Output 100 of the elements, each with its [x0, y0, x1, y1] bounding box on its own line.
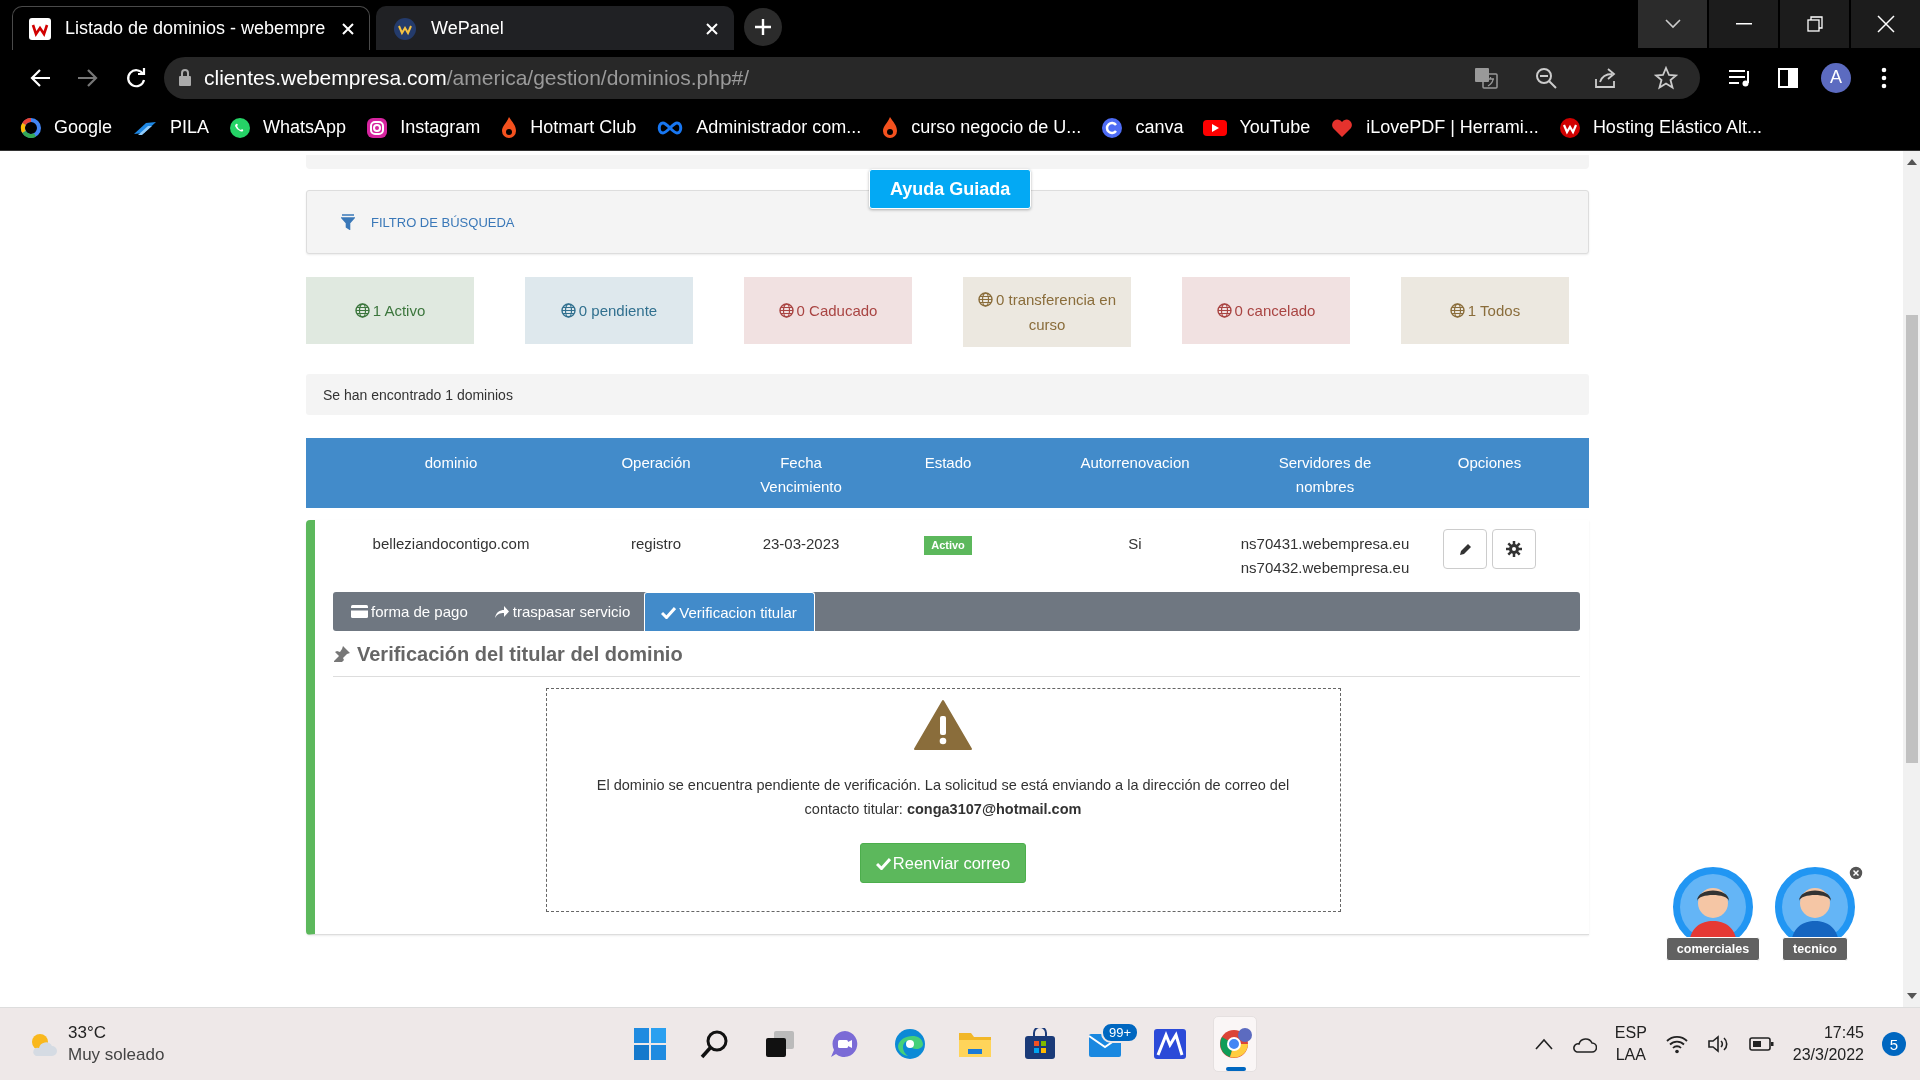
notice-text: El dominio se encuentra pendiente de verificación. La solicitud se está enviando a la dirección de correo del contacto titular: conga3107@hotmail.com	[595, 776, 1291, 819]
restore-button[interactable]	[1780, 0, 1849, 48]
chrome-icon	[1218, 1027, 1252, 1061]
notification-badge[interactable]: 5	[1882, 1032, 1906, 1056]
language-indicator[interactable]: ESP LAA	[1614, 1022, 1647, 1066]
lock-icon	[178, 68, 192, 87]
status-card[interactable]: 0 Caducado	[744, 277, 912, 344]
scroll-up-icon	[1906, 159, 1917, 165]
new-tab-button[interactable]	[744, 8, 782, 46]
close-icon	[341, 21, 355, 36]
bookmark[interactable]: Hotmart Club	[500, 115, 637, 140]
status-card[interactable]: 0 pendiente	[525, 277, 693, 344]
globe-icon	[1216, 303, 1232, 318]
address-bar[interactable]: clientes.webempresa.com/america/gestion/dominios.php#/	[164, 56, 1700, 99]
check-icon	[661, 605, 677, 619]
translate-icon	[1474, 66, 1498, 89]
nameserver-text: ns70432.webempresa.eu	[1240, 558, 1410, 578]
globe-icon	[354, 303, 370, 318]
restore-icon	[1806, 16, 1823, 32]
plus-icon	[754, 18, 772, 36]
settings-button[interactable]	[1492, 529, 1536, 569]
status-badge: Activo	[924, 536, 972, 555]
battery-icon	[1748, 1036, 1775, 1052]
detail-tab[interactable]: forma de pago	[339, 592, 482, 631]
logo-icon	[29, 17, 51, 40]
bookmark[interactable]: YouTube	[1203, 117, 1311, 138]
chat-widget[interactable]: tecnico	[1770, 863, 1860, 969]
scroll-down-icon	[1906, 993, 1917, 999]
status-card[interactable]: 1 Activo	[306, 277, 474, 344]
status-label: 0 pendiente	[560, 298, 658, 323]
close-icon	[705, 21, 719, 36]
logo-icon	[393, 16, 417, 41]
instagram-icon	[366, 116, 389, 139]
filter-label: FILTRO DE BÚSQUEDA	[371, 214, 515, 230]
warning-icon	[914, 699, 972, 751]
detail-tab[interactable]: traspasar servicio	[481, 592, 645, 631]
card-icon	[351, 605, 368, 618]
globe-icon	[977, 292, 993, 307]
bookmark[interactable]: iLovePDF | Herrami...	[1330, 116, 1539, 139]
results-count-text: Se han encontrado 1 dominios	[323, 386, 513, 403]
status-label: 0 transferencia en curso	[975, 287, 1119, 337]
scrollbar[interactable]	[1903, 151, 1920, 1007]
bookmark[interactable]: Hosting Elástico Alt...	[1558, 116, 1762, 139]
profile-avatar[interactable]: A	[1821, 62, 1851, 93]
logo-icon	[1558, 116, 1581, 139]
flame-icon	[500, 115, 519, 140]
bookmark[interactable]: PILA	[132, 116, 210, 139]
temperature-text: 33°C	[68, 1022, 107, 1044]
nameserver-text: ns70431.webempresa.eu	[1240, 534, 1410, 554]
gear-icon	[1506, 541, 1522, 557]
side-panel-icon	[1778, 67, 1798, 88]
column-header: Operación	[621, 453, 691, 473]
table-cell-text: 23-03-2023	[761, 534, 841, 554]
edit-button[interactable]	[1443, 529, 1487, 569]
browser-tab[interactable]: Listado de dominios - webempre	[12, 6, 370, 50]
table-cell-text: belleziandocontigo.com	[371, 534, 531, 554]
star-icon	[1654, 65, 1678, 90]
minimize-icon	[1735, 23, 1752, 25]
clock[interactable]: 17:45 23/3/2022	[1792, 1022, 1864, 1066]
status-label: 1 Activo	[354, 298, 426, 323]
bookmark[interactable]: curso negocio de U...	[881, 115, 1082, 140]
flame-icon	[881, 115, 900, 140]
bookmark[interactable]: Administrador com...	[656, 117, 862, 138]
status-label: 0 cancelado	[1216, 298, 1316, 323]
close-icon	[1876, 15, 1895, 33]
google-icon	[20, 116, 42, 139]
menu-icon	[1881, 66, 1887, 89]
weather-text: Muy soleado	[68, 1044, 165, 1066]
column-header: Autorrenovacion	[1080, 453, 1190, 473]
bookmark[interactable]: canva	[1101, 116, 1184, 139]
browser-tab[interactable]: WePanel	[376, 6, 734, 50]
column-header: Estado	[924, 453, 972, 473]
bookmark[interactable]: WhatsApp	[229, 116, 347, 139]
status-label: 1 Todos	[1449, 298, 1521, 323]
bookmark[interactable]: Instagram	[366, 116, 481, 139]
chat-widget[interactable]: comerciales	[1668, 863, 1758, 969]
share-icon	[1594, 66, 1618, 89]
close-button[interactable]	[1851, 0, 1920, 48]
status-card[interactable]: 0 cancelado	[1182, 277, 1350, 344]
close-icon	[1848, 865, 1864, 881]
pencil-icon	[1457, 541, 1473, 557]
forward-icon	[77, 67, 99, 88]
detail-tab[interactable]: Verificacion titular	[644, 592, 815, 631]
status-card[interactable]: 1 Todos	[1401, 277, 1569, 344]
column-header: dominio	[424, 453, 478, 473]
chevron-down-icon	[1663, 18, 1682, 30]
table-cell-text: registro	[630, 534, 682, 554]
app-icon	[1154, 1029, 1186, 1059]
filter-icon	[341, 214, 355, 230]
weather-widget[interactable]: 33°C Muy soleado	[0, 1022, 628, 1066]
bookmark[interactable]: Google	[20, 116, 113, 139]
whatsapp-icon	[229, 116, 252, 139]
zoom-out-icon	[1535, 66, 1557, 89]
swirl-icon	[1101, 116, 1124, 139]
status-card[interactable]: 0 transferencia en curso	[963, 277, 1131, 347]
globe-icon	[1449, 303, 1465, 318]
wifi-icon	[1664, 1034, 1689, 1054]
play-icon	[1203, 118, 1228, 137]
chevron-up-icon	[1534, 1038, 1553, 1050]
section-title: Verificación del titular del dominio	[357, 642, 683, 666]
